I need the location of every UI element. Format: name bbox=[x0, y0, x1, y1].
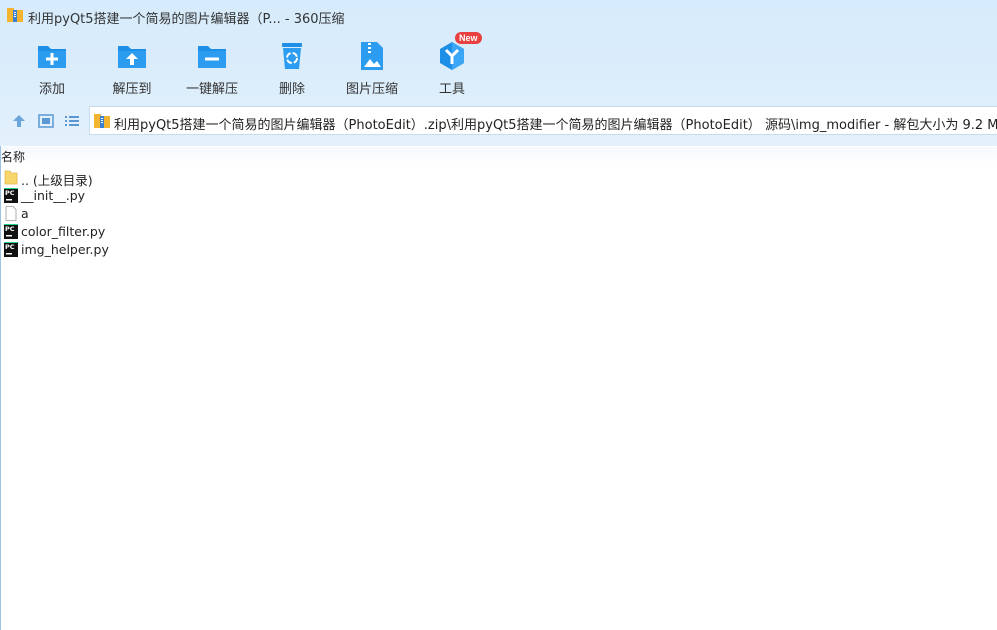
recycle-bin-icon bbox=[282, 43, 302, 69]
folder-icon bbox=[4, 170, 18, 185]
extract-to-button[interactable]: 解压到 bbox=[92, 34, 172, 98]
tools-hexagon-icon bbox=[440, 42, 464, 70]
delete-button[interactable]: 删除 bbox=[252, 34, 332, 98]
archive-app-icon bbox=[7, 8, 23, 22]
list-item-file[interactable]: a bbox=[0, 205, 400, 223]
blank-file-icon bbox=[5, 206, 17, 221]
list-item-label: img_helper.py bbox=[21, 242, 109, 257]
add-button[interactable]: 添加 bbox=[12, 34, 92, 98]
title-bar: 利用pyQt5搭建一个简易的图片编辑器（P... - 360压缩 bbox=[0, 0, 997, 30]
list-item-file[interactable]: PC img_helper.py bbox=[0, 241, 400, 259]
image-compress-label: 图片压缩 bbox=[345, 82, 398, 97]
folder-minus-icon bbox=[198, 46, 226, 68]
window-title: 利用pyQt5搭建一个简易的图片编辑器（P... - 360压缩 bbox=[28, 12, 345, 27]
list-item-file[interactable]: PC color_filter.py bbox=[0, 223, 400, 241]
image-compress-button[interactable]: 图片压缩 bbox=[332, 34, 412, 98]
column-header-name[interactable]: 名称 bbox=[0, 147, 997, 164]
folder-add-icon bbox=[38, 46, 66, 68]
add-label: 添加 bbox=[38, 82, 65, 97]
svg-text:PC: PC bbox=[5, 243, 15, 251]
one-click-extract-button[interactable]: 一键解压 bbox=[172, 34, 252, 98]
thumbnail-view-icon[interactable] bbox=[38, 113, 54, 129]
extract-to-label: 解压到 bbox=[112, 82, 152, 97]
one-click-extract-label: 一键解压 bbox=[185, 82, 238, 97]
svg-text:PC: PC bbox=[5, 189, 15, 197]
column-name-label: 名称 bbox=[1, 150, 26, 164]
list-item-label: color_filter.py bbox=[21, 224, 106, 239]
pycharm-file-icon: PC bbox=[4, 188, 18, 203]
address-bar[interactable]: 利用pyQt5搭建一个简易的图片编辑器（PhotoEdit）.zip\利用pyQ… bbox=[89, 106, 997, 135]
pycharm-file-icon: PC bbox=[4, 242, 18, 257]
list-item-label: a bbox=[21, 206, 29, 221]
list-item-file[interactable]: PC __init__.py bbox=[0, 187, 400, 205]
list-item-label: __init__.py bbox=[21, 188, 86, 203]
list-view-icon[interactable] bbox=[64, 113, 80, 129]
up-arrow-icon[interactable] bbox=[11, 113, 27, 129]
tools-button[interactable]: 工具 bbox=[412, 34, 492, 98]
pycharm-file-icon: PC bbox=[4, 224, 18, 239]
image-zip-icon bbox=[361, 42, 383, 70]
tools-label: 工具 bbox=[438, 82, 465, 97]
address-path: 利用pyQt5搭建一个简易的图片编辑器（PhotoEdit）.zip\利用pyQ… bbox=[114, 118, 997, 133]
archive-icon bbox=[94, 114, 110, 128]
folder-extract-icon bbox=[118, 46, 146, 68]
new-badge: New bbox=[455, 32, 482, 44]
file-list: .. (上级目录) PC __init__.py a PC color_filt… bbox=[0, 169, 400, 259]
list-item-parent-dir[interactable]: .. (上级目录) bbox=[0, 169, 400, 188]
toolbar: 添加 解压到 一键解压 删除 图片压缩 工具 New bbox=[0, 32, 997, 98]
address-row: 利用pyQt5搭建一个简易的图片编辑器（PhotoEdit）.zip\利用pyQ… bbox=[0, 106, 997, 136]
delete-label: 删除 bbox=[278, 82, 305, 97]
svg-text:PC: PC bbox=[5, 225, 15, 233]
